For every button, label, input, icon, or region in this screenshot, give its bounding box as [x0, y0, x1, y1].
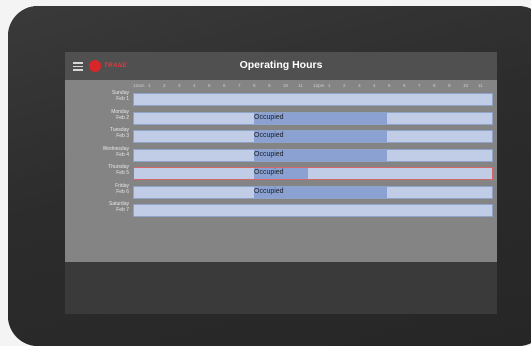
hour-tick-label: 7	[418, 83, 421, 88]
hour-tick-label: 5	[208, 83, 211, 88]
page-title: Operating Hours	[239, 59, 323, 71]
day-schedule-track[interactable]: Occupied	[133, 185, 493, 199]
day-schedule-track[interactable]: Occupied	[133, 130, 493, 143]
day-schedule-track[interactable]: Occupied	[133, 167, 493, 180]
hour-tick-label: 1	[148, 83, 151, 88]
display-screen: TRANE Operating Hours 12am 1 2 3 4 5 6 7 8 9 10 11 1…	[65, 52, 497, 314]
hour-tick-label: 2	[343, 83, 346, 88]
day-schedule-track[interactable]	[133, 204, 493, 217]
top-bar: TRANE Operating Hours	[65, 52, 497, 80]
hour-tick-label: 8	[253, 83, 256, 88]
day-row: Wednesday Feb 4 Occupied	[65, 146, 497, 164]
day-date: Feb 5	[116, 170, 129, 176]
hour-tick-label: 8	[433, 83, 436, 88]
day-row: Sunday Feb 1	[65, 90, 497, 108]
hour-tick-label: 12pm	[313, 83, 325, 88]
day-date: Feb 3	[116, 133, 129, 139]
day-row: Monday Feb 2 Occupied	[65, 109, 497, 127]
occupied-label: Occupied	[254, 132, 284, 139]
day-label: Monday Feb 2	[65, 109, 129, 127]
day-date: Feb 4	[116, 151, 129, 158]
occupied-label: Occupied	[254, 169, 284, 176]
day-label: Sunday Feb 1	[65, 90, 129, 108]
hour-tick-label: 3	[178, 83, 181, 88]
hour-tick-label: 10	[463, 83, 469, 88]
hour-tick-label: 11	[478, 83, 483, 88]
bottom-area	[65, 262, 497, 314]
hour-tick-label: 3	[358, 83, 361, 88]
occupied-label: Occupied	[254, 113, 284, 121]
hour-tick-label: 7	[238, 83, 241, 88]
day-schedule-track[interactable]: Occupied	[133, 148, 493, 162]
hour-tick-label: 5	[388, 83, 391, 88]
day-schedule-track[interactable]: Occupied	[133, 111, 493, 125]
hour-tick-label: 9	[268, 83, 271, 88]
day-label: Saturday Feb 7	[65, 201, 129, 219]
day-label: Friday Feb 6	[65, 183, 129, 201]
hour-tick-label: 6	[403, 83, 406, 88]
day-label: Thursday Feb 5	[65, 164, 129, 182]
day-date: Feb 2	[116, 114, 129, 121]
thermostat-device: TRANE Operating Hours 12am 1 2 3 4 5 6 7 8 9 10 11 1…	[8, 6, 531, 346]
day-row: Thursday Feb 5 Occupied	[65, 164, 497, 182]
day-schedule-track[interactable]	[133, 93, 493, 106]
occupied-label: Occupied	[254, 150, 284, 158]
hour-tick-label: 4	[373, 83, 376, 88]
hour-tick-label: 4	[193, 83, 196, 88]
day-date: Feb 6	[116, 188, 129, 195]
hour-tick-label: 11	[298, 83, 303, 88]
day-label: Wednesday Feb 4	[65, 146, 129, 164]
day-date: Feb 1	[116, 96, 129, 102]
occupied-label: Occupied	[254, 187, 284, 195]
hour-tick-label: 6	[223, 83, 226, 88]
hour-tick-label: 10	[283, 83, 289, 88]
hour-tick-label: 9	[448, 83, 451, 88]
day-row: Friday Feb 6 Occupied	[65, 183, 497, 201]
day-date: Feb 7	[116, 207, 129, 213]
hour-axis: 12am 1 2 3 4 5 6 7 8 9 10 11 12pm 1 2 3 4 5 6 7 8 9 10 11	[133, 82, 495, 90]
day-label: Tuesday Feb 3	[65, 127, 129, 145]
hour-tick-label: 1	[328, 83, 331, 88]
day-row: Saturday Feb 7	[65, 201, 497, 219]
hour-tick-label: 2	[163, 83, 166, 88]
hour-tick-label: 12am	[133, 83, 145, 88]
day-row: Tuesday Feb 3 Occupied	[65, 127, 497, 145]
